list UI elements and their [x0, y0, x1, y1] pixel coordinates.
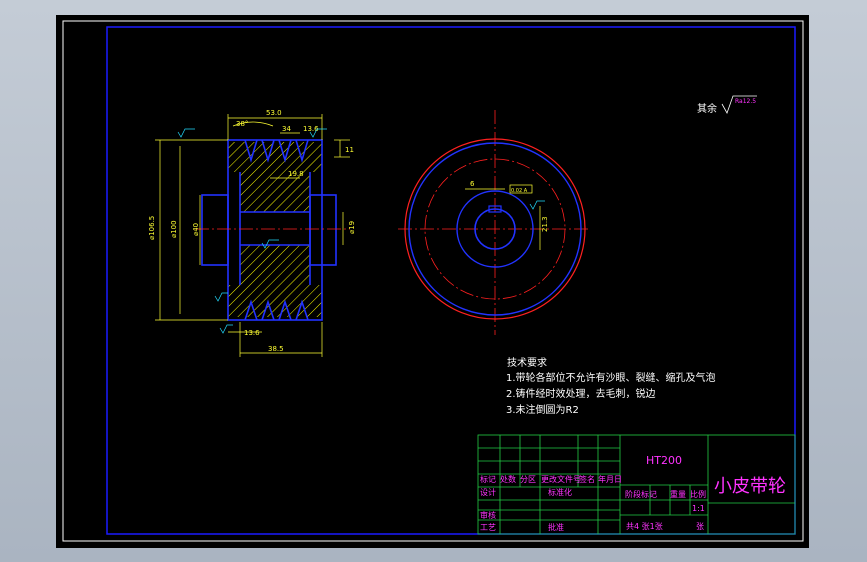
label-mark: 标记 — [480, 474, 496, 484]
cad-drawing: 其余 Ra12.5 53.0 34 38° 13.6 11 19.8 ⌀106.… — [56, 15, 809, 548]
dim-angle: 38° — [236, 120, 248, 128]
label-date: 年月日 — [598, 474, 622, 484]
scale-value: 1:1 — [692, 504, 705, 513]
label-count: 处数 — [500, 474, 516, 484]
part-name: 小皮带轮 — [714, 476, 786, 497]
dim-dia-40: ⌀40 — [192, 223, 200, 236]
dim-bore-width: 34 — [282, 125, 291, 133]
label-weight: 重量 — [670, 489, 686, 499]
label-stage-mark: 阶段标记 — [625, 489, 657, 499]
notes-title: 技术要求 — [507, 356, 547, 369]
label-review: 审核 — [480, 510, 496, 520]
label-process: 工艺 — [480, 523, 496, 532]
sheet-count: 共4 张1张 — [626, 522, 663, 531]
label-design: 设计 — [480, 487, 496, 497]
note-3: 3.未注倒圆为R2 — [506, 403, 579, 416]
label-approve: 批准 — [548, 522, 564, 532]
label-scale: 比例 — [690, 489, 706, 499]
label-sign: 签名 — [579, 474, 595, 484]
label-standardize: 标准化 — [548, 487, 572, 497]
dim-bottom-width: 38.5 — [268, 345, 284, 353]
roughness-label: 其余 — [697, 102, 717, 115]
dim-dia-100: ⌀100 — [170, 220, 178, 238]
dim-top-width: 53.0 — [266, 109, 282, 117]
dim-right-side: 11 — [345, 146, 354, 154]
dim-bottom-13: 13.6 — [244, 329, 260, 337]
dim-keyway-depth: 21.3 — [541, 216, 549, 232]
material: HT200 — [646, 454, 682, 467]
note-1: 1.带轮各部位不允许有沙眼、裂缝、缩孔及气泡 — [506, 371, 716, 384]
label-change-doc: 更改文件号 — [541, 474, 581, 484]
dim-tol-box: 0.02 A — [511, 188, 528, 194]
lower-rim-hatch — [228, 285, 322, 317]
note-2: 2.铸件经时效处理，去毛刺，锐边 — [506, 387, 656, 400]
dim-keyway: 6 — [470, 180, 475, 188]
dim-dia-19: ⌀19 — [348, 221, 356, 234]
dim-outer-dia: ⌀106.5 — [148, 216, 156, 240]
label-zone: 分区 — [520, 475, 536, 484]
dim-mid: 19.8 — [288, 170, 304, 178]
sheet-background — [56, 15, 809, 548]
roughness-value: Ra12.5 — [735, 98, 756, 105]
upper-rim-hatch — [228, 142, 322, 172]
sheet-suffix: 张 — [696, 522, 704, 531]
hub-lower-hatch — [240, 245, 310, 285]
